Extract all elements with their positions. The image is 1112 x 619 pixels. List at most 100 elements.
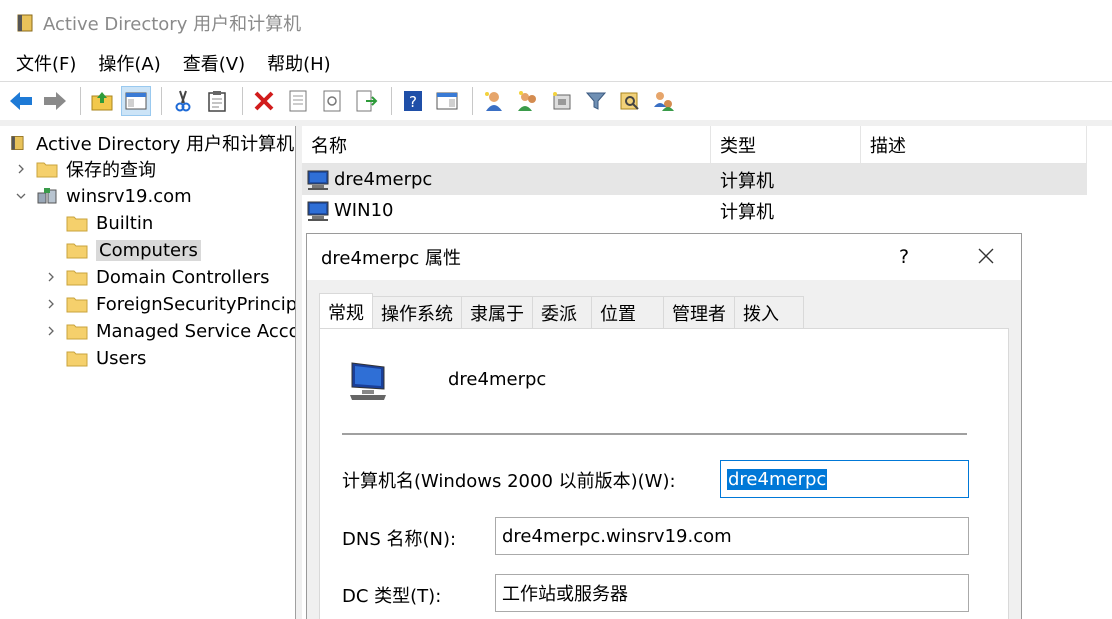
export-icon[interactable] <box>351 86 381 116</box>
tree-item-label: Builtin <box>96 212 154 234</box>
tree-item-computers[interactable]: Computers <box>44 237 201 263</box>
menu-file[interactable]: 文件(F) <box>5 50 87 76</box>
tree-item-foreign-security[interactable]: ForeignSecurityPrincipal <box>44 291 296 317</box>
toolbar-separator <box>472 86 473 115</box>
dns-name-label: DNS 名称(N): <box>342 529 457 550</box>
folder-icon <box>66 297 88 313</box>
tab-operating-system[interactable]: 操作系统 <box>372 296 462 329</box>
menu-help[interactable]: 帮助(H) <box>256 50 342 76</box>
computer-icon <box>350 362 386 400</box>
chevron-right-icon[interactable] <box>14 162 28 176</box>
dc-type-field[interactable]: 工作站或服务器 <box>495 574 969 612</box>
up-folder-icon[interactable] <box>87 86 117 116</box>
properties-icon[interactable] <box>283 86 313 116</box>
list-header: 名称 类型 描述 <box>302 126 1087 164</box>
tree-item-builtin[interactable]: Builtin <box>44 210 153 236</box>
paste-icon[interactable] <box>202 86 232 116</box>
table-row[interactable]: WIN10 计算机 <box>302 195 1087 226</box>
chevron-right-icon[interactable] <box>44 297 58 311</box>
add-to-group-icon[interactable] <box>649 86 679 116</box>
delete-icon[interactable] <box>249 86 279 116</box>
tab-location[interactable]: 位置 <box>591 296 664 329</box>
tree-item-domain-controllers[interactable]: Domain Controllers <box>44 264 270 290</box>
back-icon[interactable] <box>6 86 36 116</box>
column-header-description[interactable]: 描述 <box>861 126 1087 164</box>
navigation-tree: Active Directory 用户和计算机 [ 保存的查询 winsrv19… <box>4 126 296 619</box>
folder-open-icon <box>66 243 88 259</box>
menu-view[interactable]: 查看(V) <box>172 50 256 76</box>
toolbar-separator <box>391 86 392 115</box>
tree-item-label: ForeignSecurityPrincipal <box>96 293 296 315</box>
cell-name: WIN10 <box>302 200 711 222</box>
folder-icon <box>66 270 88 286</box>
tree-item-label: 保存的查询 <box>66 160 156 181</box>
cut-icon[interactable] <box>168 86 198 116</box>
chevron-right-icon[interactable] <box>44 324 58 338</box>
new-group-icon[interactable] <box>513 86 543 116</box>
ad-root-icon <box>11 136 24 150</box>
tab-member-of[interactable]: 隶属于 <box>461 296 533 329</box>
refresh-icon[interactable] <box>317 86 347 116</box>
cell-name: dre4merpc <box>302 169 711 191</box>
domain-icon <box>37 188 57 204</box>
pre2000-name-field[interactable]: dre4merpc <box>720 460 969 498</box>
toolbar: ? <box>0 81 1112 119</box>
help-icon[interactable]: ? <box>398 86 428 116</box>
table-row[interactable]: dre4merpc 计算机 <box>302 164 1087 195</box>
row-type: 计算机 <box>720 170 774 192</box>
ad-app-icon <box>17 14 33 32</box>
window-title: Active Directory 用户和计算机 <box>43 14 302 35</box>
tab-delegation[interactable]: 委派 <box>532 296 592 329</box>
tab-managed-by[interactable]: 管理者 <box>663 296 735 329</box>
console-icon[interactable] <box>432 86 462 116</box>
folder-icon <box>66 216 88 232</box>
filter-icon[interactable] <box>581 86 611 116</box>
dns-name-field[interactable]: dre4merpc.winsrv19.com <box>495 517 969 555</box>
tree-root[interactable]: Active Directory 用户和计算机 [ <box>10 130 296 156</box>
title-bar: Active Directory 用户和计算机 <box>0 0 1112 46</box>
tree-item-saved-queries[interactable]: 保存的查询 <box>14 156 156 182</box>
tree-item-domain[interactable]: winsrv19.com <box>14 183 192 209</box>
row-name: dre4merpc <box>334 169 433 190</box>
menu-action[interactable]: 操作(A) <box>87 50 171 76</box>
properties-dialog: dre4merpc 属性 ? 常规 操作系统 隶属于 委派 位置 管理者 拨入 … <box>306 233 1022 619</box>
tree-item-label: Users <box>96 347 147 369</box>
find-icon[interactable] <box>615 86 645 116</box>
tree-root-label: Active Directory 用户和计算机 [ <box>36 134 296 155</box>
new-user-icon[interactable] <box>479 86 509 116</box>
show-tree-icon[interactable] <box>121 85 151 116</box>
folder-icon <box>66 351 88 367</box>
divider <box>342 433 967 435</box>
svg-text:?: ? <box>409 93 417 111</box>
column-header-type[interactable]: 类型 <box>711 126 861 164</box>
row-type: 计算机 <box>720 201 774 223</box>
pre2000-name-label: 计算机名(Windows 2000 以前版本)(W): <box>342 471 676 492</box>
tab-dial-in[interactable]: 拨入 <box>734 296 804 329</box>
chevron-right-icon[interactable] <box>44 270 58 284</box>
tree-item-managed-service[interactable]: Managed Service Accou <box>44 318 296 344</box>
help-button[interactable]: ? <box>899 246 909 268</box>
dns-name-value: dre4merpc.winsrv19.com <box>502 525 732 547</box>
new-ou-icon[interactable] <box>547 86 577 116</box>
forward-icon[interactable] <box>40 86 70 116</box>
tab-strip: 常规 操作系统 隶属于 委派 位置 管理者 拨入 <box>319 293 804 329</box>
pre2000-name-value: dre4merpc <box>727 468 828 490</box>
computer-name-heading: dre4merpc <box>448 369 547 390</box>
toolbar-separator <box>161 86 162 115</box>
tree-item-users[interactable]: Users <box>44 345 146 371</box>
chevron-down-icon[interactable] <box>14 189 28 203</box>
close-icon[interactable] <box>977 247 995 265</box>
menu-bar: 文件(F) 操作(A) 查看(V) 帮助(H) <box>0 46 1112 80</box>
tab-general[interactable]: 常规 <box>319 293 373 329</box>
dc-type-value: 工作站或服务器 <box>502 584 628 605</box>
column-header-name[interactable]: 名称 <box>302 126 711 164</box>
toolbar-separator <box>80 86 81 115</box>
general-tab-panel: dre4merpc 计算机名(Windows 2000 以前版本)(W): dr… <box>319 328 1009 619</box>
dialog-title-bar: dre4merpc 属性 <box>307 234 1021 280</box>
dc-type-label: DC 类型(T): <box>342 586 442 607</box>
tree-item-label: Managed Service Accou <box>96 320 296 342</box>
tree-item-label: Domain Controllers <box>96 266 270 288</box>
